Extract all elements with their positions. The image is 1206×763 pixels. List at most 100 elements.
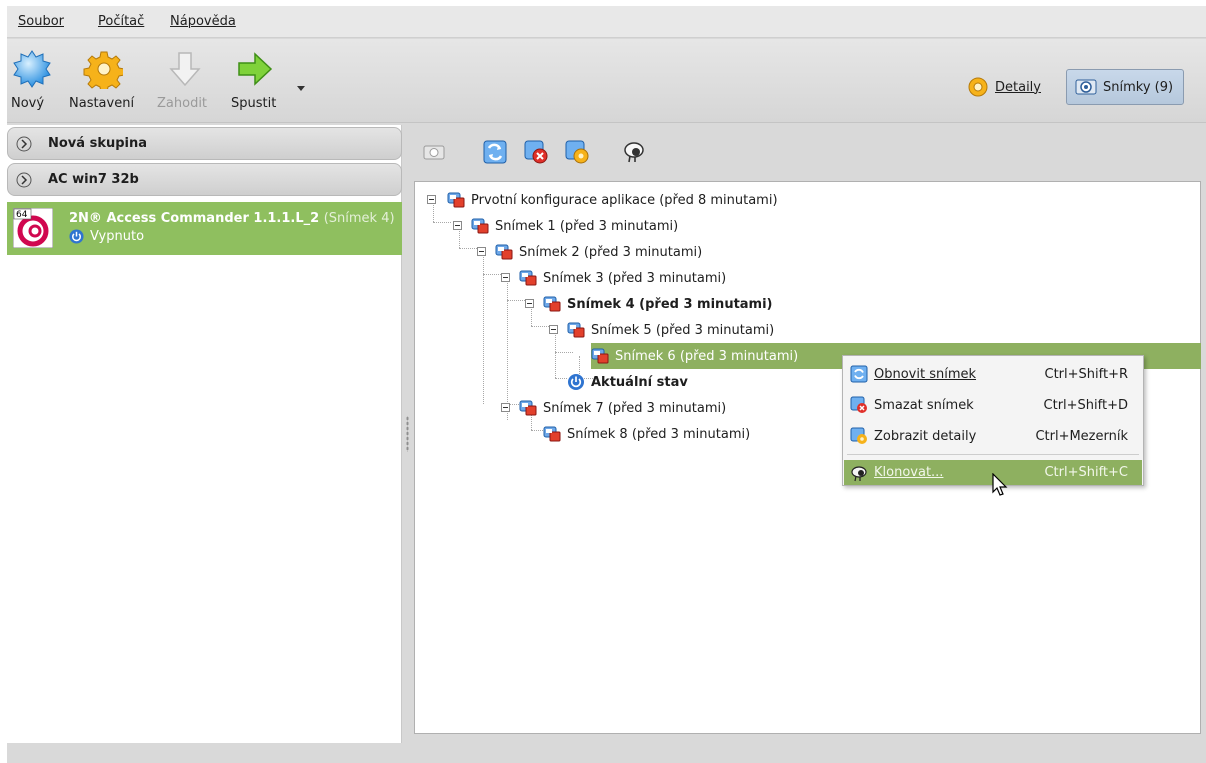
restore-snapshot-icon — [850, 365, 868, 383]
chevron-right-icon — [16, 136, 32, 152]
power-off-icon — [568, 374, 584, 390]
main-toolbar: Nový Nastavení Zahodit Spustit Detaily S… — [7, 39, 1206, 123]
details-gear-icon — [968, 77, 988, 97]
tree-item-snimek-3[interactable]: Snímek 3 (před 3 minutami) — [519, 267, 726, 289]
settings-button[interactable]: Nastavení — [67, 39, 147, 123]
start-arrow-icon — [238, 52, 273, 86]
vm-state-text: Vypnuto — [90, 229, 145, 244]
new-vm-label: Nový — [11, 96, 45, 111]
discard-button: Zahodit — [157, 39, 217, 123]
tree-item-snimek-4[interactable]: Snímek 4 (před 3 minutami) — [543, 293, 773, 315]
tree-item-current-state[interactable]: Aktuální stav — [567, 371, 688, 393]
discard-arrow-icon — [169, 52, 201, 87]
tree-item-label: Snímek 8 (před 3 minutami) — [567, 426, 751, 442]
menu-item-delete[interactable]: Smazat snímek Ctrl+Shift+D — [844, 391, 1142, 419]
menu-item-shortcut: Ctrl+Shift+C — [1044, 465, 1128, 480]
menu-item-shortcut: Ctrl+Shift+D — [1043, 397, 1128, 413]
menu-item-label: Smazat snímek — [874, 397, 974, 413]
menubar: Soubor Počítač Nápověda — [7, 6, 1206, 38]
tree-item-label: Snímek 5 (před 3 minutami) — [591, 322, 775, 338]
menu-item-shortcut: Ctrl+Mezerník — [1035, 428, 1128, 444]
tree-item-label: Snímek 2 (před 3 minutami) — [519, 244, 703, 260]
snapshot-icon — [519, 400, 537, 416]
collapse-toggle[interactable] — [525, 299, 534, 308]
collapse-toggle[interactable] — [501, 403, 510, 412]
settings-label: Nastavení — [69, 96, 135, 111]
settings-gear-icon — [83, 51, 123, 89]
arch-badge: 64 — [16, 210, 28, 220]
group-label: Nová skupina — [48, 136, 148, 151]
mouse-cursor-icon — [992, 473, 1008, 496]
tree-item-label: Snímek 3 (před 3 minutami) — [543, 270, 727, 286]
delete-snapshot-icon — [850, 396, 867, 413]
snapshot-icon — [591, 348, 609, 364]
menu-pocitac[interactable]: Počítač — [98, 14, 144, 29]
snapshot-icon — [495, 244, 513, 260]
tree-item-label: Snímek 7 (před 3 minutami) — [543, 400, 727, 416]
menu-separator — [847, 454, 1139, 455]
menu-item-shortcut: Ctrl+Shift+R — [1044, 366, 1129, 382]
power-off-icon — [69, 229, 84, 244]
delete-snapshot-icon[interactable] — [523, 139, 549, 165]
tree-item-snimek-5[interactable]: Snímek 5 (před 3 minutami) — [567, 319, 774, 341]
tree-item-snimek-1[interactable]: Snímek 1 (před 3 minutami) — [471, 215, 678, 237]
tree-item-label: Prvotní konfigurace aplikace (před 8 min… — [471, 192, 778, 208]
discard-label: Zahodit — [157, 96, 208, 111]
snapshot-icon — [567, 322, 585, 338]
vm-list-panel: Nová skupina AC win7 32b 64 2N® Access C… — [7, 125, 402, 743]
take-snapshot-icon[interactable] — [421, 139, 447, 165]
snapshot-icon — [519, 270, 537, 286]
tree-item-prvotni[interactable]: Prvotní konfigurace aplikace (před 8 min… — [447, 189, 778, 211]
snapshot-details-icon — [850, 427, 867, 444]
status-bar — [7, 743, 1206, 763]
collapse-toggle[interactable] — [427, 195, 436, 204]
vm-state: Vypnuto — [69, 229, 144, 244]
tree-item-label: Aktuální stav — [591, 374, 688, 390]
snapshot-icon — [471, 218, 489, 234]
clone-sheep-icon — [851, 465, 867, 481]
menu-item-label: Zobrazit detaily — [874, 428, 977, 444]
vm-name-text: 2N® Access Commander 1.1.1.L_2 — [69, 211, 320, 226]
restore-snapshot-icon[interactable] — [482, 139, 508, 165]
panel-splitter[interactable] — [406, 416, 409, 452]
menu-soubor[interactable]: Soubor — [18, 14, 64, 29]
collapse-toggle[interactable] — [549, 325, 558, 334]
virtualbox-window: Soubor Počítač Nápověda Nový Nastavení Z… — [7, 6, 1206, 763]
snapshots-tool-button[interactable]: Snímky (9) — [1066, 69, 1184, 105]
collapse-toggle[interactable] — [477, 247, 486, 256]
start-dropdown-arrow-icon[interactable] — [297, 86, 305, 91]
chevron-right-icon — [16, 172, 32, 188]
menu-item-restore[interactable]: Obnovit snímek Ctrl+Shift+R — [844, 360, 1142, 388]
start-button[interactable]: Spustit — [227, 39, 287, 123]
new-vm-button[interactable]: Nový — [7, 39, 57, 123]
vm-group-nova-skupina[interactable]: Nová skupina — [7, 127, 402, 160]
menu-item-label: Klonovat... — [874, 465, 944, 480]
vm-group-ac-win7[interactable]: AC win7 32b — [7, 163, 402, 196]
snapshots-camera-icon — [1075, 79, 1097, 95]
snapshot-details-icon[interactable] — [564, 139, 590, 165]
debian-os-icon: 64 — [13, 208, 53, 248]
tree-item-label: Snímek 6 (před 3 minutami) — [615, 348, 799, 364]
snapshot-icon — [543, 426, 561, 442]
tree-item-snimek-7[interactable]: Snímek 7 (před 3 minutami) — [519, 397, 726, 419]
tree-item-label: Snímek 4 (před 3 minutami) — [567, 296, 773, 312]
details-tool-button[interactable]: Detaily — [959, 69, 1049, 105]
menu-item-label: Obnovit snímek — [874, 366, 977, 382]
snapshot-icon — [447, 192, 465, 208]
tree-item-snimek-2[interactable]: Snímek 2 (před 3 minutami) — [495, 241, 702, 263]
collapse-toggle[interactable] — [501, 273, 510, 282]
clone-sheep-icon[interactable] — [621, 139, 647, 165]
tree-item-snimek-8[interactable]: Snímek 8 (před 3 minutami) — [543, 423, 750, 445]
snapshots-tool-label: Snímky (9) — [1103, 79, 1174, 95]
vm-item-access-commander[interactable]: 64 2N® Access Commander 1.1.1.L_2 (Sníme… — [7, 202, 402, 255]
menu-item-details[interactable]: Zobrazit detaily Ctrl+Mezerník — [844, 422, 1142, 450]
collapse-toggle[interactable] — [453, 221, 462, 230]
vm-current-snapshot: (Snímek 4) — [323, 211, 395, 226]
snapshot-context-menu: Obnovit snímek Ctrl+Shift+R Smazat sníme… — [842, 355, 1144, 486]
tree-item-label: Snímek 1 (před 3 minutami) — [495, 218, 679, 234]
menu-napoveda[interactable]: Nápověda — [170, 14, 236, 29]
start-label: Spustit — [231, 96, 277, 111]
new-vm-icon — [13, 50, 51, 88]
vm-name: 2N® Access Commander 1.1.1.L_2 (Snímek 4… — [69, 211, 395, 226]
snapshot-icon — [543, 296, 561, 312]
